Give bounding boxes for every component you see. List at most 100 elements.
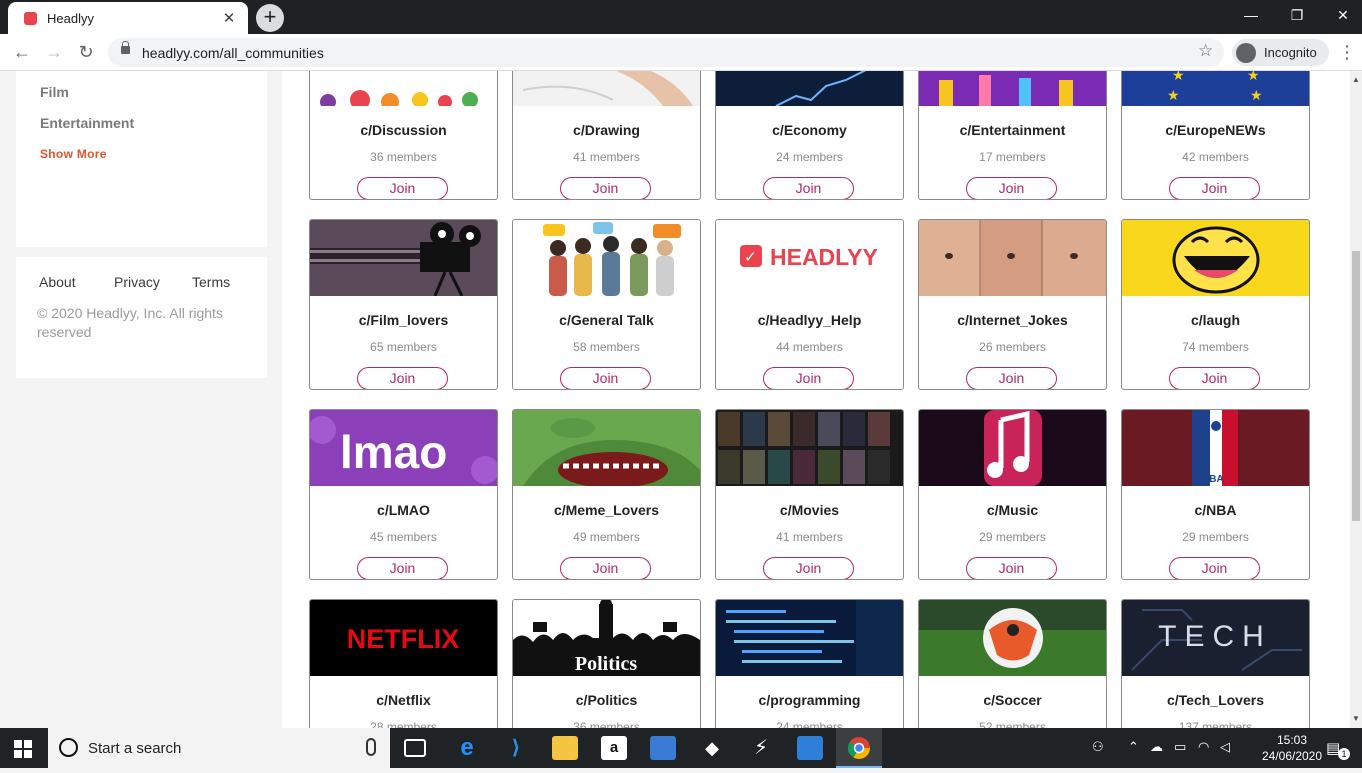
taskbar-clock[interactable]: 15:03 24/06/2020 (1260, 732, 1324, 764)
join-button[interactable]: Join (966, 557, 1057, 579)
community-name[interactable]: c/programming (716, 692, 903, 708)
sidebar-item-film[interactable]: Film (40, 84, 69, 100)
community-card-entertainment[interactable]: c/Entertainment 17 members Join (918, 71, 1107, 200)
community-card-movies[interactable]: c/Movies 41 members Join (715, 409, 904, 580)
community-card-music[interactable]: c/Music 29 members Join (918, 409, 1107, 580)
community-card-drawing[interactable]: c/Drawing 41 members Join (512, 71, 701, 200)
community-name[interactable]: c/EuropeNEWs (1122, 122, 1309, 138)
wifi-icon[interactable]: ◠ (1198, 739, 1209, 755)
community-card-film-lovers[interactable]: c/Film_lovers 65 members Join (309, 219, 498, 390)
community-name[interactable]: c/Entertainment (919, 122, 1106, 138)
reload-icon[interactable]: ↻ (74, 40, 98, 64)
community-name[interactable]: c/NBA (1122, 502, 1309, 518)
incognito-indicator[interactable]: Incognito (1232, 39, 1329, 66)
community-name[interactable]: c/Headlyy_Help (716, 312, 903, 328)
minimize-button[interactable]: — (1228, 0, 1274, 34)
chrome-taskbar-button[interactable] (836, 728, 882, 768)
join-button[interactable]: Join (763, 557, 854, 579)
community-name[interactable]: c/Movies (716, 502, 903, 518)
taskbar-search-text[interactable]: Start a search (88, 740, 181, 757)
community-card-soccer[interactable]: c/Soccer 52 members Join (918, 599, 1107, 728)
close-tab-icon[interactable]: ✕ (220, 9, 238, 27)
community-card-discussion[interactable]: c/Discussion 36 members Join (309, 71, 498, 200)
community-name[interactable]: c/Netflix (310, 692, 497, 708)
community-name[interactable]: c/Internet_Jokes (919, 312, 1106, 328)
join-button[interactable]: Join (966, 367, 1057, 389)
new-tab-button[interactable]: + (256, 4, 284, 32)
battery-icon[interactable]: ▭ (1174, 739, 1186, 755)
community-card-laugh[interactable]: c/laugh 74 members Join (1121, 219, 1310, 390)
community-name[interactable]: c/Politics (513, 692, 700, 708)
address-bar[interactable]: headlyy.com/all_communities ☆ (108, 38, 1224, 67)
scrollbar-thumb[interactable] (1352, 251, 1360, 521)
mail-icon[interactable] (797, 736, 823, 760)
community-name[interactable]: c/Economy (716, 122, 903, 138)
community-name[interactable]: c/General Talk (513, 312, 700, 328)
store-icon[interactable] (650, 736, 676, 760)
dropbox-icon[interactable]: ◆ (699, 736, 725, 760)
community-card-economy[interactable]: c/Economy 24 members Join (715, 71, 904, 200)
community-card-programming[interactable]: c/programming 24 members Join (715, 599, 904, 728)
join-button[interactable]: Join (560, 177, 651, 199)
terms-link[interactable]: Terms (192, 274, 230, 290)
community-card-tech-lovers[interactable]: TECH c/Tech_Lovers 137 members Join (1121, 599, 1310, 728)
privacy-link[interactable]: Privacy (114, 274, 160, 290)
edge-icon[interactable]: e (454, 736, 480, 760)
community-name[interactable]: c/Discussion (310, 122, 497, 138)
show-hidden-icons[interactable]: ⌃ (1128, 739, 1139, 755)
about-link[interactable]: About (39, 274, 76, 290)
community-card-politics[interactable]: Politics c/Politics 36 members Join (512, 599, 701, 728)
community-name[interactable]: c/Drawing (513, 122, 700, 138)
community-name[interactable]: c/Meme_Lovers (513, 502, 700, 518)
scroll-down-icon[interactable]: ▼ (1352, 714, 1360, 723)
join-button[interactable]: Join (560, 367, 651, 389)
community-card-lmao[interactable]: lmao c/LMAO 45 members Join (309, 409, 498, 580)
app-icon[interactable]: ⚡ (748, 736, 774, 760)
show-more-link[interactable]: Show More (40, 147, 107, 161)
community-card-general-talk[interactable]: c/General Talk 58 members Join (512, 219, 701, 390)
community-name[interactable]: c/Tech_Lovers (1122, 692, 1309, 708)
people-icon[interactable]: ⚇ (1092, 739, 1104, 755)
join-button[interactable]: Join (966, 177, 1057, 199)
community-name[interactable]: c/Music (919, 502, 1106, 518)
community-card-headlyy-help[interactable]: ✓ HEADLYY c/Headlyy_Help 44 members Join (715, 219, 904, 390)
microphone-icon[interactable] (366, 738, 376, 756)
join-button[interactable]: Join (763, 367, 854, 389)
amazon-icon[interactable]: a (601, 736, 627, 760)
community-name[interactable]: c/laugh (1122, 312, 1309, 328)
vscode-icon[interactable]: ⟩ (503, 736, 529, 760)
join-button[interactable]: Join (1169, 557, 1260, 579)
community-card-internet-jokes[interactable]: c/Internet_Jokes 26 members Join (918, 219, 1107, 390)
community-card-nba[interactable]: NBA c/NBA 29 members Join (1121, 409, 1310, 580)
community-name[interactable]: c/LMAO (310, 502, 497, 518)
join-button[interactable]: Join (357, 367, 448, 389)
url-text[interactable]: headlyy.com/all_communities (142, 45, 324, 61)
window-close-button[interactable]: ✕ (1320, 0, 1362, 34)
taskbar-search[interactable]: Start a search (48, 728, 390, 768)
restore-button[interactable]: ❐ (1274, 0, 1320, 34)
join-button[interactable]: Join (357, 557, 448, 579)
community-card-meme-lovers[interactable]: c/Meme_Lovers 49 members Join (512, 409, 701, 580)
community-name[interactable]: c/Film_lovers (310, 312, 497, 328)
community-card-netflix[interactable]: NETFLIX c/Netflix 28 members Join (309, 599, 498, 728)
back-icon[interactable]: ← (10, 40, 34, 64)
community-card-europenews[interactable]: ★ ★ ★ ★ c/EuropeNEWs 42 members Join (1121, 71, 1310, 200)
sidebar-item-entertainment[interactable]: Entertainment (40, 115, 134, 131)
windows-start-icon[interactable] (14, 740, 32, 758)
bookmark-star-icon[interactable]: ☆ (1198, 41, 1213, 61)
join-button[interactable]: Join (1169, 177, 1260, 199)
join-button[interactable]: Join (1169, 367, 1260, 389)
page-scrollbar[interactable]: ▲ ▼ (1350, 71, 1362, 728)
join-button[interactable]: Join (763, 177, 854, 199)
join-button[interactable]: Join (560, 557, 651, 579)
community-name[interactable]: c/Soccer (919, 692, 1106, 708)
task-view-icon[interactable] (404, 739, 426, 757)
scroll-up-icon[interactable]: ▲ (1352, 75, 1360, 84)
join-button[interactable]: Join (357, 177, 448, 199)
file-explorer-icon[interactable] (552, 736, 578, 760)
browser-tab[interactable]: Headlyy ✕ (8, 2, 248, 34)
forward-icon[interactable]: → (42, 40, 66, 64)
browser-menu-icon[interactable]: ⋮ (1338, 42, 1356, 62)
onedrive-icon[interactable]: ☁ (1150, 739, 1163, 755)
volume-icon[interactable]: ◁ (1220, 739, 1230, 755)
